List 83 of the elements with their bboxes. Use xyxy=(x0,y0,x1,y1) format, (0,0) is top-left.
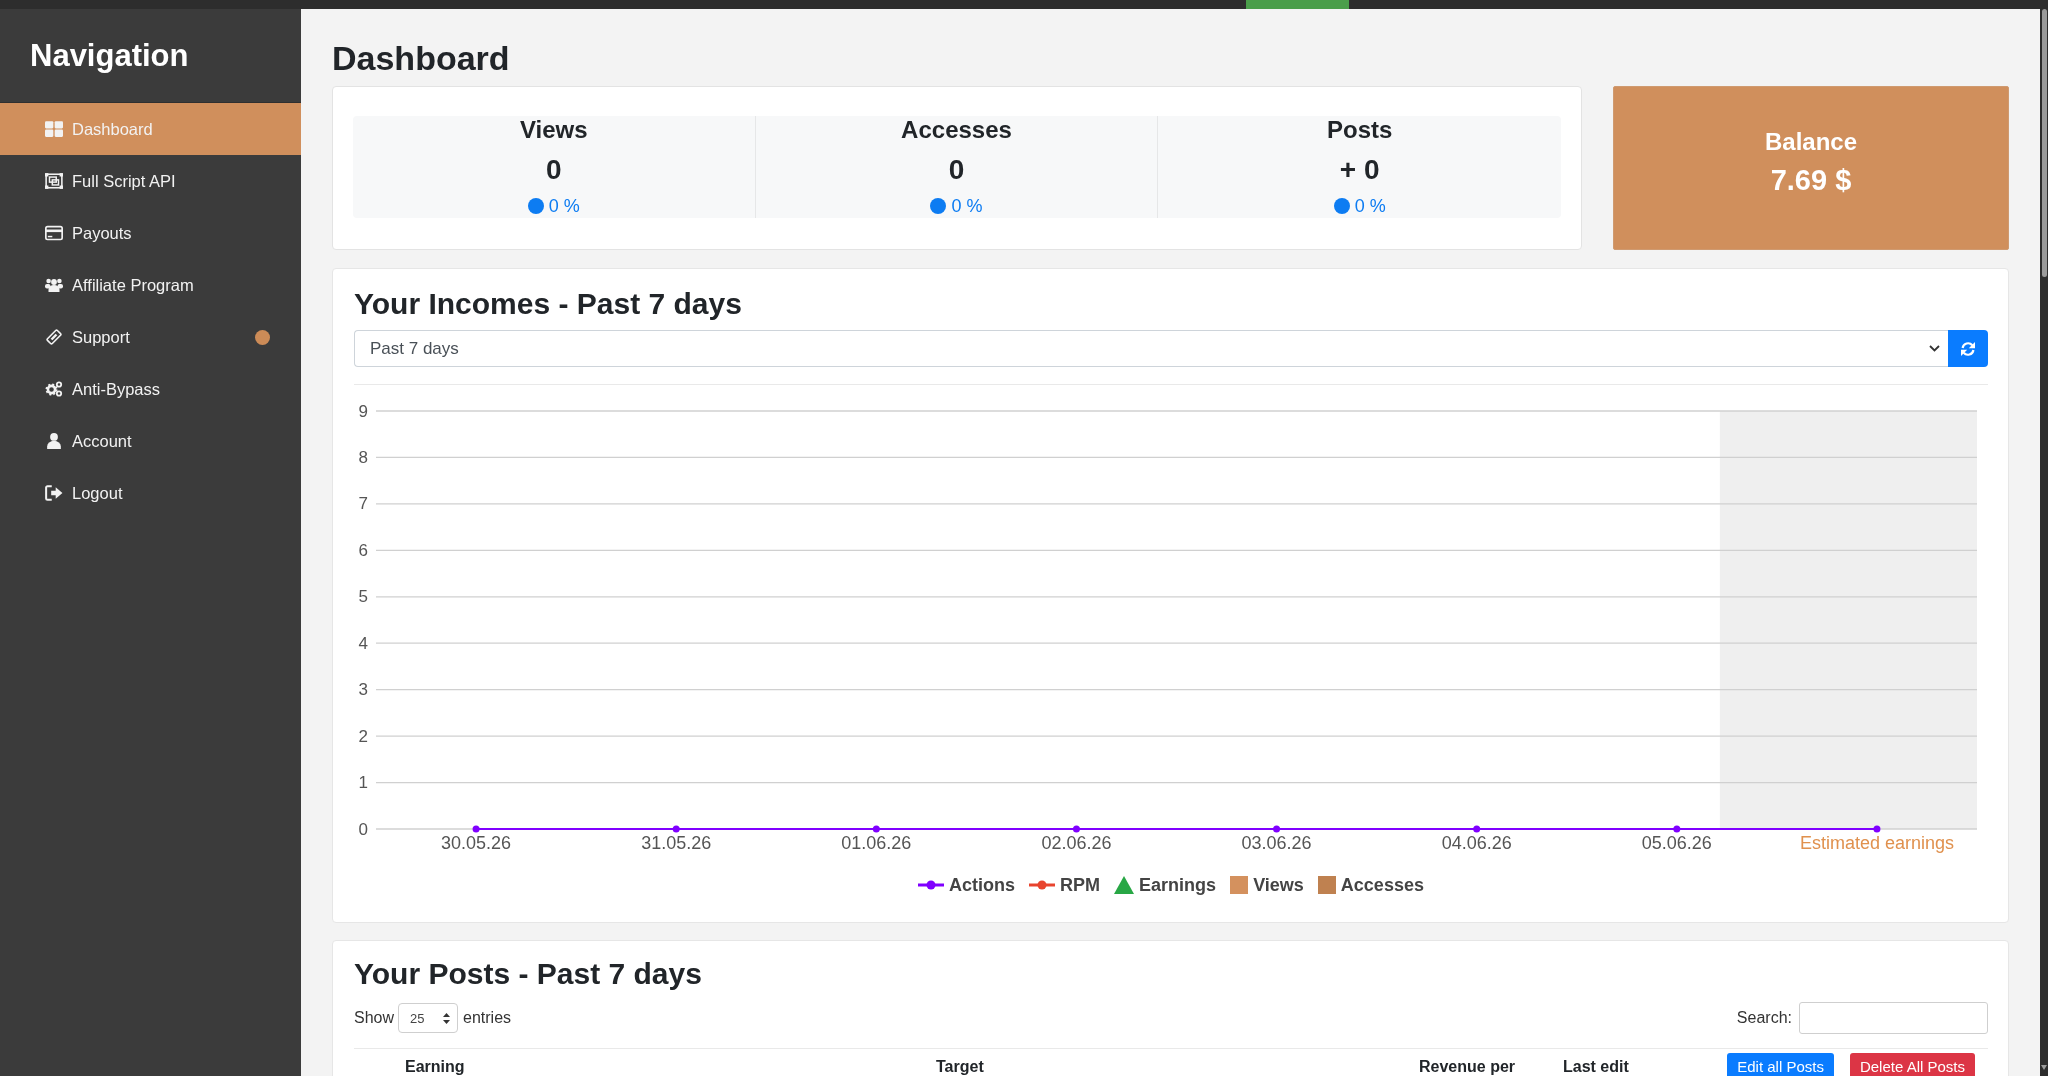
stat-title: Views xyxy=(520,116,588,144)
data-point xyxy=(1072,825,1080,833)
object-group-icon xyxy=(45,173,63,189)
delete-button[interactable]: Delete All Posts xyxy=(1849,1053,1975,1076)
refresh-icon xyxy=(1960,340,1976,357)
nav-item[interactable]: Logout xyxy=(0,467,301,519)
sort-caret-icon xyxy=(443,1012,451,1024)
nav-item[interactable]: Anti-Bypass xyxy=(0,363,301,415)
nav-item[interactable]: Account xyxy=(0,415,301,467)
column-header: Earning xyxy=(405,1057,466,1076)
legend-item[interactable]: Accesses xyxy=(1317,874,1424,896)
axis-label: 03.06.26 xyxy=(1241,833,1312,853)
axis-label: 01.06.26 xyxy=(841,833,912,853)
triangle-down-icon[interactable] xyxy=(2041,1065,2047,1070)
stat-value: 0 xyxy=(546,155,562,185)
entries-select[interactable]: 25 xyxy=(398,1003,459,1033)
data-point xyxy=(1673,825,1681,833)
dot-icon xyxy=(1333,198,1350,214)
scrollbar[interactable] xyxy=(2040,9,2048,1076)
scrollbar-thumb[interactable] xyxy=(2042,9,2047,277)
legend-item[interactable]: Views xyxy=(1230,874,1304,896)
data-point xyxy=(472,825,480,833)
stat-title: Posts xyxy=(1326,116,1393,144)
grid-icon xyxy=(45,121,63,137)
nav-item[interactable]: Full Script API xyxy=(0,155,301,207)
axis-label: 9 xyxy=(358,401,368,421)
legend-item[interactable]: Earnings xyxy=(1114,874,1217,896)
legend-item[interactable]: Actions xyxy=(918,874,1016,896)
page-title: Dashboard xyxy=(332,38,511,78)
data-point xyxy=(1473,825,1481,833)
gears-icon xyxy=(45,381,63,397)
credit-card-icon xyxy=(45,225,63,241)
change-percent: 0 % xyxy=(951,195,983,217)
axis-label: 6 xyxy=(358,540,368,560)
column-header: Target xyxy=(936,1057,985,1076)
user-icon xyxy=(45,433,63,449)
nav-item[interactable]: Support xyxy=(0,311,301,363)
dot-icon xyxy=(930,198,947,214)
chevron-down-icon xyxy=(1929,345,1940,352)
axis-label: 5 xyxy=(358,587,368,607)
axis-label: 04.06.26 xyxy=(1441,833,1512,853)
axis-label: 0 xyxy=(358,819,368,839)
logout-icon xyxy=(45,485,63,501)
data-point xyxy=(872,825,880,833)
show-label: Show xyxy=(354,1009,395,1027)
search-label: Search: xyxy=(1736,1009,1792,1027)
period-dropdown[interactable]: Past 7 days xyxy=(354,330,1948,367)
data-point xyxy=(1273,825,1281,833)
axis-label: 2 xyxy=(358,726,368,746)
nav-item[interactable]: Affiliate Program xyxy=(0,259,301,311)
axis-label: 7 xyxy=(358,494,368,514)
edit-button[interactable]: Edit all Posts xyxy=(1727,1053,1834,1076)
stat-value: 0 xyxy=(948,155,965,185)
dot-icon xyxy=(527,198,544,214)
axis-label: 31.05.26 xyxy=(641,833,712,853)
change-percent: 0 % xyxy=(1354,195,1386,217)
section-title: Your Incomes - Past 7 days xyxy=(354,286,743,322)
axis-label: 3 xyxy=(358,680,368,700)
change-percent: 0 % xyxy=(548,195,580,217)
refresh-button[interactable] xyxy=(1948,330,1988,367)
section-title: Your Posts - Past 7 days xyxy=(354,956,703,992)
axis-label: 1 xyxy=(358,773,368,793)
axis-label: 4 xyxy=(358,633,368,653)
stat-title: Accesses xyxy=(901,116,1012,144)
axis-label: 30.05.26 xyxy=(441,833,512,853)
axis-label: 05.06.26 xyxy=(1641,833,1712,853)
stat-value: + 0 xyxy=(1339,155,1380,185)
axis-label: 02.06.26 xyxy=(1041,833,1112,853)
axis-label: Estimated earnings xyxy=(1799,833,1954,853)
ticket-icon xyxy=(45,329,63,345)
data-point xyxy=(1873,825,1881,833)
data-point xyxy=(672,825,680,833)
users-icon xyxy=(45,277,63,293)
nav-item[interactable]: Payouts xyxy=(0,207,301,259)
axis-label: 8 xyxy=(358,447,368,467)
balance-value: 7.69 $ xyxy=(1770,163,1852,197)
search-field[interactable] xyxy=(1799,1002,1988,1034)
column-header: Last edit xyxy=(1563,1057,1630,1076)
balance-title: Balance xyxy=(1764,127,1858,157)
legend-item[interactable]: RPM xyxy=(1029,874,1101,896)
column-header: Revenue per xyxy=(1419,1057,1517,1076)
sidebar-title: Navigation xyxy=(30,36,189,75)
entries-label: entries xyxy=(463,1009,512,1027)
